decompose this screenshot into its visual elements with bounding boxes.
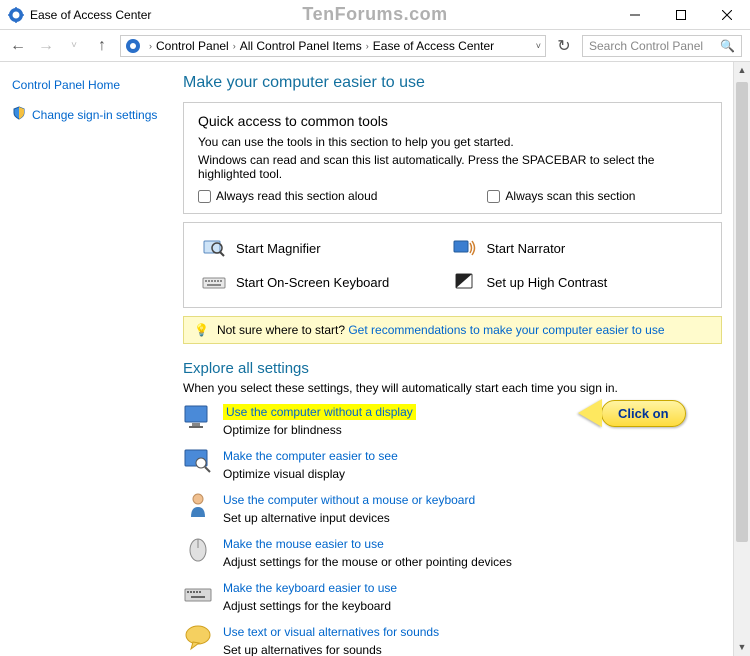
keyboard-icon: [202, 271, 226, 293]
chevron-right-icon: ›: [233, 41, 236, 51]
chevron-right-icon: ›: [366, 41, 369, 51]
maximize-button[interactable]: [658, 0, 704, 30]
recommendations-link[interactable]: Get recommendations to make your compute…: [348, 323, 664, 337]
monitor-off-icon: [183, 403, 213, 431]
up-button[interactable]: ↑: [92, 37, 112, 55]
scan-section-checkbox[interactable]: Always scan this section: [487, 189, 635, 203]
search-placeholder: Search Control Panel: [589, 39, 703, 53]
contrast-icon: [453, 271, 477, 293]
refresh-button[interactable]: ↻: [554, 36, 574, 56]
setting-without-mouse-keyboard[interactable]: Use the computer without a mouse or keyb…: [183, 491, 722, 525]
setup-high-contrast-link[interactable]: Set up High Contrast: [453, 271, 704, 293]
setting-without-display[interactable]: Use the computer without a display Optim…: [183, 403, 722, 437]
start-onscreen-keyboard-link[interactable]: Start On-Screen Keyboard: [202, 271, 453, 293]
search-icon: 🔍: [720, 39, 735, 53]
search-input[interactable]: Search Control Panel 🔍: [582, 35, 742, 57]
nav-bar: ← → ˅ ↑ › Control Panel › All Control Pa…: [0, 30, 750, 62]
setting-link[interactable]: Make the keyboard easier to use: [223, 581, 397, 595]
scroll-down-arrow[interactable]: ▼: [734, 639, 750, 656]
hint-prefix: Not sure where to start?: [217, 323, 348, 337]
setting-link[interactable]: Use the computer without a mouse or keyb…: [223, 493, 475, 507]
breadcrumb-item[interactable]: All Control Panel Items: [240, 39, 362, 53]
back-button[interactable]: ←: [8, 37, 28, 55]
setting-easier-to-see[interactable]: Make the computer easier to see Optimize…: [183, 447, 722, 481]
sidebar-signin-label: Change sign-in settings: [32, 108, 157, 122]
scrollbar[interactable]: ▲ ▼: [733, 62, 750, 656]
main-content: Make your computer easier to use Quick a…: [175, 62, 750, 656]
tools-box: Start Magnifier Start Narrator Start On-…: [183, 222, 722, 308]
keyboard-setting-icon: [183, 579, 213, 607]
read-aloud-checkbox[interactable]: Always read this section aloud: [198, 189, 377, 203]
chevron-down-icon[interactable]: ˅: [536, 41, 541, 51]
sidebar-signin-link[interactable]: Change sign-in settings: [12, 106, 163, 123]
setting-mouse-easier[interactable]: Make the mouse easier to use Adjust sett…: [183, 535, 722, 569]
setting-desc: Adjust settings for the keyboard: [223, 599, 397, 613]
ease-of-access-icon: [125, 38, 141, 54]
minimize-button[interactable]: [612, 0, 658, 30]
setting-desc: Set up alternative input devices: [223, 511, 475, 525]
scroll-thumb[interactable]: [736, 82, 748, 542]
start-magnifier-link[interactable]: Start Magnifier: [202, 237, 453, 259]
narrator-icon: [453, 237, 477, 259]
sidebar: Control Panel Home Change sign-in settin…: [0, 62, 175, 656]
sidebar-home-link[interactable]: Control Panel Home: [12, 78, 163, 92]
breadcrumb-item[interactable]: Ease of Access Center: [373, 39, 494, 53]
callout-annotation: Click on: [578, 399, 686, 427]
quick-access-title: Quick access to common tools: [198, 113, 707, 129]
setting-keyboard-easier[interactable]: Make the keyboard easier to use Adjust s…: [183, 579, 722, 613]
setting-desc: Adjust settings for the mouse or other p…: [223, 555, 512, 569]
app-icon: [8, 7, 24, 23]
shield-icon: [12, 106, 26, 123]
start-narrator-link[interactable]: Start Narrator: [453, 237, 704, 259]
monitor-magnify-icon: [183, 447, 213, 475]
person-icon: [183, 491, 213, 519]
explore-desc: When you select these settings, they wil…: [183, 381, 722, 395]
breadcrumb-item[interactable]: Control Panel: [156, 39, 229, 53]
quick-access-hint: Windows can read and scan this list auto…: [198, 153, 707, 181]
breadcrumb[interactable]: › Control Panel › All Control Panel Item…: [120, 35, 546, 57]
quick-access-desc: You can use the tools in this section to…: [198, 135, 707, 149]
title-bar: Ease of Access Center: [0, 0, 750, 30]
setting-link[interactable]: Make the mouse easier to use: [223, 537, 384, 551]
scroll-up-arrow[interactable]: ▲: [734, 62, 750, 79]
forward-button[interactable]: →: [36, 37, 56, 55]
magnifier-icon: [202, 237, 226, 259]
chevron-right-icon: ›: [149, 41, 152, 51]
setting-link[interactable]: Use text or visual alternatives for soun…: [223, 625, 439, 639]
bulb-icon: 💡: [194, 323, 209, 337]
recent-dropdown[interactable]: ˅: [64, 40, 84, 51]
quick-access-box: Quick access to common tools You can use…: [183, 102, 722, 214]
setting-desc: Optimize for blindness: [223, 423, 416, 437]
window-title: Ease of Access Center: [30, 8, 151, 22]
mouse-icon: [183, 535, 213, 563]
recommendations-bar: 💡 Not sure where to start? Get recommend…: [183, 316, 722, 344]
speech-bubble-icon: [183, 623, 213, 651]
close-button[interactable]: [704, 0, 750, 30]
setting-link[interactable]: Make the computer easier to see: [223, 449, 398, 463]
setting-desc: Optimize visual display: [223, 467, 398, 481]
explore-heading: Explore all settings: [183, 360, 722, 377]
setting-link[interactable]: Use the computer without a display: [223, 404, 416, 420]
setting-text-visual-sounds[interactable]: Use text or visual alternatives for soun…: [183, 623, 722, 656]
page-heading: Make your computer easier to use: [183, 74, 722, 92]
setting-desc: Set up alternatives for sounds: [223, 643, 439, 656]
